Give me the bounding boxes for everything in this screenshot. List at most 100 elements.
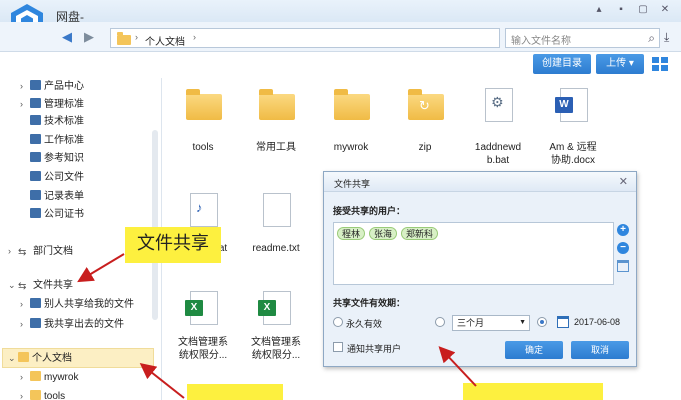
search-placeholder: 输入文件名称 — [511, 36, 571, 47]
file-item[interactable]: W Am & 远程 协助.docx — [538, 78, 608, 178]
file-item[interactable]: mywrok — [316, 78, 386, 158]
sync-icon: ↻ — [419, 98, 430, 113]
add-user-icon[interactable]: + — [617, 224, 629, 236]
path-bar[interactable]: › 个人文档 › — [110, 28, 500, 48]
file-item[interactable]: readme.txt — [241, 183, 311, 263]
trash-icon[interactable] — [617, 260, 629, 272]
sidebar-item-label: mywrok — [44, 372, 79, 383]
sidebar-item-label: 文件共享 — [33, 280, 73, 291]
radio-forever[interactable] — [333, 317, 343, 327]
users-box[interactable]: 程林 张海 郑新科 — [333, 222, 614, 285]
folder-icon — [117, 32, 131, 45]
sidebar-item-label: tools — [44, 391, 66, 400]
ok-button[interactable]: 确定 — [505, 341, 563, 359]
user-tag[interactable]: 郑新科 — [401, 227, 439, 240]
minimize-icon[interactable]: ▪ — [611, 2, 631, 18]
file-name: readme.txt — [252, 243, 300, 254]
excel-badge: X — [258, 300, 276, 316]
download-icon[interactable]: ⤓ — [664, 30, 669, 45]
sidebar-item-label: 产品中心 — [44, 81, 84, 92]
chevron-right-icon[interactable]: › — [20, 368, 30, 386]
file-name: 1addnewd b.bat — [474, 142, 522, 166]
sidebar-item-personal-docs[interactable]: ⌄ 个人文档 — [8, 349, 72, 367]
sidebar-item-technical-standard[interactable]: 技术标准 — [20, 113, 84, 131]
folder-icon — [334, 89, 370, 120]
doc-icon — [30, 318, 41, 328]
file-item[interactable]: ↻ zip — [390, 78, 460, 158]
sidebar-item-mywrok[interactable]: › mywrok — [20, 368, 78, 386]
file-item[interactable]: 常用工具 — [241, 78, 311, 158]
share-dialog: 文件共享 ✕ 接受共享的用户： 程林 张海 郑新科 + − 共享文件有效期： 永… — [323, 171, 637, 367]
excel-file-icon: X — [185, 291, 218, 325]
search-icon[interactable]: ⌕ — [648, 31, 655, 46]
chevron-right-icon[interactable]: › — [8, 242, 18, 260]
file-item[interactable]: tools — [168, 78, 238, 158]
sidebar-item-reference[interactable]: 参考知识 — [20, 150, 84, 168]
sidebar-scrollbar[interactable] — [152, 130, 158, 320]
sidebar-item-management-standard[interactable]: › 管理标准 — [20, 95, 84, 113]
chevron-right-icon[interactable]: › — [20, 95, 30, 113]
dialog-header: 文件共享 ✕ — [324, 172, 636, 192]
duration-select[interactable]: 三个月 ▼ — [452, 315, 530, 331]
file-item[interactable]: ⚙ 1addnewd b.bat — [463, 78, 533, 178]
excel-badge: X — [185, 300, 203, 316]
file-name: 文档管理系 统权限分... — [178, 337, 228, 361]
radio-date[interactable] — [537, 317, 547, 327]
doc-icon — [30, 152, 41, 162]
forward-arrow-icon[interactable]: ▶ — [84, 29, 94, 45]
chevron-down-icon[interactable]: ⌄ — [8, 276, 18, 294]
share-icon: ⇆ — [18, 247, 27, 258]
breadcrumb[interactable]: 个人文档 — [145, 33, 185, 48]
notify-label: 通知共享用户 — [347, 344, 402, 354]
word-badge: W — [555, 97, 573, 113]
date-value[interactable]: 2017-06-08 — [574, 317, 620, 327]
chevron-right-icon[interactable]: › — [20, 77, 30, 95]
maximize-icon[interactable]: ▢ — [633, 2, 653, 18]
calendar-icon[interactable] — [557, 316, 569, 328]
folder-icon — [18, 352, 29, 362]
word-file-icon: W — [555, 88, 588, 122]
nav-bar: ◀ ▶ › 个人文档 › 输入文件名称 ⌕ — [0, 22, 681, 52]
gear-icon — [30, 115, 41, 125]
sidebar-item-department-docs[interactable]: › ⇆ 部门文档 — [8, 242, 73, 260]
chevron-right-icon[interactable]: › — [20, 315, 30, 333]
chevron-down-icon[interactable]: ⌄ — [8, 349, 18, 367]
title-bar: 网盘- ▴ ▪ ▢ ✕ — [0, 0, 681, 40]
user-tag[interactable]: 张海 — [369, 227, 398, 240]
file-item[interactable]: X 文档管理系 统权限分... — [241, 281, 311, 371]
folder-icon — [30, 371, 41, 381]
sidebar-item-label: 我共享出去的文件 — [44, 319, 124, 330]
search-input[interactable]: 输入文件名称 ⌕ — [505, 28, 660, 48]
file-item[interactable]: X 文档管理系 统权限分... — [168, 281, 238, 371]
sidebar-item-label: 公司文件 — [44, 172, 84, 183]
close-icon[interactable]: ✕ — [655, 2, 675, 18]
remove-user-icon[interactable]: − — [617, 242, 629, 254]
collapse-icon[interactable]: ▴ — [589, 2, 609, 18]
sidebar-item-file-sharing[interactable]: ⌄ ⇆ 文件共享 — [8, 276, 73, 294]
sidebar-item-company-files[interactable]: 公司文件 — [20, 169, 84, 187]
sidebar-item-certificates[interactable]: 公司证书 — [20, 206, 84, 224]
notify-checkbox[interactable] — [333, 342, 343, 352]
sidebar-item-shared-with-me[interactable]: › 别人共享给我的文件 — [20, 295, 134, 313]
upload-label: 上传 — [606, 58, 627, 69]
sidebar-item-product-center[interactable]: › 产品中心 — [20, 77, 84, 95]
sidebar-item-work-standard[interactable]: 工作标准 — [20, 132, 84, 150]
gear-icon: ⚙ — [491, 94, 504, 110]
folder-icon — [186, 89, 222, 120]
sidebar-item-tools[interactable]: › tools — [20, 387, 65, 400]
upload-button[interactable]: 上传 ▾ — [596, 54, 644, 74]
radio-duration[interactable] — [435, 317, 445, 327]
sidebar-item-label: 部门文档 — [33, 246, 73, 257]
callout-bottom-left — [187, 384, 283, 400]
sidebar-item-label: 记录表单 — [44, 191, 84, 202]
chevron-right-icon[interactable]: › — [20, 387, 30, 400]
sidebar-item-record-forms[interactable]: 记录表单 — [20, 188, 84, 206]
user-tag[interactable]: 程林 — [337, 227, 366, 240]
back-arrow-icon[interactable]: ◀ — [62, 29, 72, 45]
view-grid-icon[interactable] — [652, 57, 668, 71]
cancel-button[interactable]: 取消 — [571, 341, 629, 359]
sidebar-item-shared-by-me[interactable]: › 我共享出去的文件 — [20, 315, 124, 333]
create-directory-button[interactable]: 创建目录 — [533, 54, 591, 74]
chevron-right-icon[interactable]: › — [20, 295, 30, 313]
close-icon[interactable]: ✕ — [619, 175, 628, 188]
